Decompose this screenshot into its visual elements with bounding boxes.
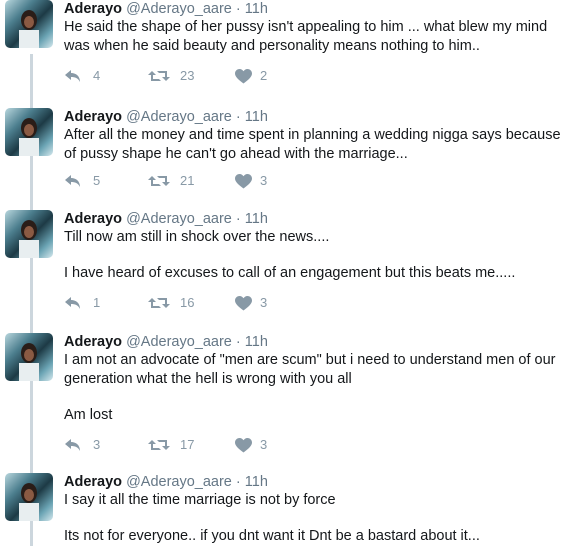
like-count: 3	[260, 437, 268, 452]
like-count: 3	[260, 173, 268, 188]
tweet-header: Aderayo @Aderayo_aare · 11h	[64, 473, 268, 492]
avatar[interactable]	[5, 210, 53, 258]
tweet[interactable]: Aderayo @Aderayo_aare · 11h After all th…	[0, 108, 570, 208]
heart-icon	[235, 295, 252, 310]
display-name[interactable]: Aderayo	[64, 1, 122, 17]
tweet-header: Aderayo @Aderayo_aare · 11h	[64, 210, 268, 229]
tweet[interactable]: Aderayo @Aderayo_aare · 11h I am not an …	[0, 333, 570, 463]
retweet-count: 17	[180, 437, 195, 452]
tweet-actions: 5 21 3	[64, 172, 324, 190]
username[interactable]: @Aderayo_aare	[126, 334, 232, 350]
tweet-actions: 3 17 3	[64, 436, 324, 454]
tweet-header: Aderayo @Aderayo_aare · 11h	[64, 0, 268, 19]
tweet-text: Till now am still in shock over the news…	[64, 228, 564, 283]
retweet-button[interactable]: 16	[148, 294, 194, 312]
timestamp[interactable]: 11h	[245, 211, 268, 227]
retweet-button[interactable]: 21	[148, 172, 194, 190]
reply-count: 4	[93, 68, 101, 83]
tweet-actions: 4 23 2	[64, 67, 324, 85]
separator-dot: ·	[235, 211, 241, 227]
reply-count: 5	[93, 173, 101, 188]
retweet-icon	[148, 298, 170, 308]
tweet-paragraph: Till now am still in shock over the news…	[64, 229, 330, 245]
display-name[interactable]: Aderayo	[64, 474, 122, 490]
like-button[interactable]: 3	[235, 172, 267, 190]
username[interactable]: @Aderayo_aare	[126, 1, 232, 17]
tweet-paragraph: After all the money and time spent in pl…	[64, 127, 561, 162]
retweet-count: 21	[180, 173, 195, 188]
separator-dot: ·	[235, 109, 241, 125]
tweet[interactable]: Aderayo @Aderayo_aare · 11h Till now am …	[0, 210, 570, 330]
reply-icon	[65, 439, 80, 451]
display-name[interactable]: Aderayo	[64, 109, 122, 125]
tweet-text: After all the money and time spent in pl…	[64, 126, 564, 164]
separator-dot: ·	[235, 334, 241, 350]
tweet[interactable]: Aderayo @Aderayo_aare · 11h I say it all…	[0, 473, 570, 546]
retweet-count: 16	[180, 295, 195, 310]
heart-icon	[235, 173, 252, 188]
tweet-text: He said the shape of her pussy isn't app…	[64, 18, 564, 56]
tweet[interactable]: Aderayo @Aderayo_aare · 11h He said the …	[0, 0, 570, 110]
timestamp[interactable]: 11h	[245, 1, 268, 17]
retweet-icon	[148, 440, 170, 450]
tweet-paragraph: Am lost	[64, 407, 113, 423]
tweet-paragraph: Its not for everyone.. if you dnt want i…	[64, 528, 480, 544]
username[interactable]: @Aderayo_aare	[126, 211, 232, 227]
tweet-text: I say it all the time marriage is not by…	[64, 491, 564, 546]
avatar[interactable]	[5, 333, 53, 381]
tweet-paragraph: He said the shape of her pussy isn't app…	[64, 19, 548, 54]
retweet-button[interactable]: 23	[148, 67, 194, 85]
tweet-header: Aderayo @Aderayo_aare · 11h	[64, 108, 268, 127]
reply-icon	[65, 297, 80, 309]
tweet-paragraph: I am not an advocate of "men are scum" b…	[64, 352, 556, 387]
retweet-icon	[148, 71, 170, 81]
separator-dot: ·	[235, 474, 241, 490]
reply-button[interactable]: 3	[64, 436, 100, 454]
like-count: 3	[260, 295, 268, 310]
retweet-icon	[148, 176, 170, 186]
tweet-header: Aderayo @Aderayo_aare · 11h	[64, 333, 268, 352]
reply-icon	[65, 175, 80, 187]
tweet-paragraph: I have heard of excuses to call of an en…	[64, 265, 516, 281]
heart-icon	[235, 68, 252, 83]
like-button[interactable]: 2	[235, 67, 267, 85]
avatar[interactable]	[5, 473, 53, 521]
timestamp[interactable]: 11h	[245, 109, 268, 125]
avatar[interactable]	[5, 0, 53, 48]
retweet-button[interactable]: 17	[148, 436, 194, 454]
separator-dot: ·	[235, 1, 241, 17]
display-name[interactable]: Aderayo	[64, 334, 122, 350]
username[interactable]: @Aderayo_aare	[126, 474, 232, 490]
like-button[interactable]: 3	[235, 294, 267, 312]
reply-button[interactable]: 5	[64, 172, 100, 190]
display-name[interactable]: Aderayo	[64, 211, 122, 227]
tweet-text: I am not an advocate of "men are scum" b…	[64, 351, 564, 425]
retweet-count: 23	[180, 68, 195, 83]
like-button[interactable]: 3	[235, 436, 267, 454]
reply-count: 3	[93, 437, 101, 452]
heart-icon	[235, 437, 252, 452]
reply-button[interactable]: 4	[64, 67, 100, 85]
reply-button[interactable]: 1	[64, 294, 100, 312]
like-count: 2	[260, 68, 268, 83]
timestamp[interactable]: 11h	[245, 474, 268, 490]
avatar[interactable]	[5, 108, 53, 156]
timestamp[interactable]: 11h	[245, 334, 268, 350]
tweet-paragraph: I say it all the time marriage is not by…	[64, 492, 336, 508]
reply-count: 1	[93, 295, 101, 310]
tweet-actions: 1 16 3	[64, 294, 324, 312]
reply-icon	[65, 70, 80, 82]
username[interactable]: @Aderayo_aare	[126, 109, 232, 125]
